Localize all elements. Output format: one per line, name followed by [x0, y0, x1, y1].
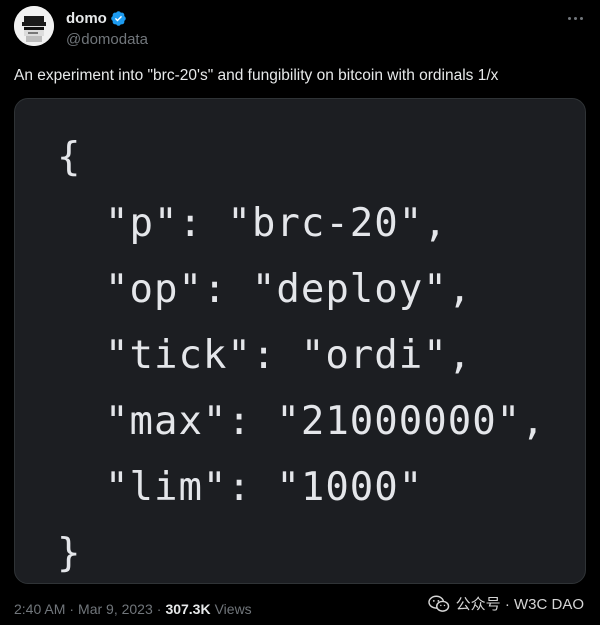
handle[interactable]: @domodata — [66, 31, 148, 48]
tweet-meta: 2:40 AM · Mar 9, 2023 · 307.3K Views — [14, 601, 252, 617]
tweet-card: domo @domodata An experiment into "brc-2… — [0, 0, 600, 625]
code-line-text: "tick": "ordi", — [105, 333, 473, 378]
code-line: "lim": "1000" — [57, 455, 546, 521]
code-line: "tick": "ordi", — [57, 323, 546, 389]
user-info: domo @domodata — [66, 9, 148, 49]
code-line-text: "lim": "1000" — [105, 465, 424, 510]
code-line: } — [57, 521, 546, 583]
tweet-date[interactable]: Mar 9, 2023 — [78, 601, 153, 617]
code-line: "max": "21000000", — [57, 389, 546, 455]
code-line-text: "p": "brc-20", — [105, 201, 448, 246]
meta-separator: · — [69, 601, 75, 617]
views-label: Views — [214, 601, 252, 617]
meta-separator: · — [156, 601, 162, 617]
code-line-text: { — [57, 135, 82, 180]
tweet-time[interactable]: 2:40 AM — [14, 601, 65, 617]
code-line-text: "op": "deploy", — [105, 267, 473, 312]
avatar[interactable] — [14, 6, 54, 46]
wechat-icon — [427, 595, 449, 612]
code-line-text: } — [57, 531, 82, 576]
code-line-text: "max": "21000000", — [105, 399, 546, 444]
more-horizontal-icon[interactable] — [564, 10, 586, 26]
code-line: "op": "deploy", — [57, 257, 546, 323]
code-block: { "p": "brc-20", "op": "deploy", "tick": "o… — [57, 125, 546, 583]
verified-badge-icon — [111, 10, 126, 26]
watermark: 公众号 · W3C DAO — [427, 593, 584, 614]
display-name[interactable]: domo — [66, 10, 107, 27]
watermark-text: 公众号 · W3C DAO — [455, 596, 584, 613]
code-image[interactable]: { "p": "brc-20", "op": "deploy", "tick": "o… — [14, 98, 586, 584]
views-count[interactable]: 307.3K — [165, 601, 210, 617]
code-line: "p": "brc-20", — [57, 191, 546, 257]
code-line: { — [57, 125, 546, 191]
tweet-text: An experiment into "brc-20's" and fungib… — [14, 67, 499, 84]
